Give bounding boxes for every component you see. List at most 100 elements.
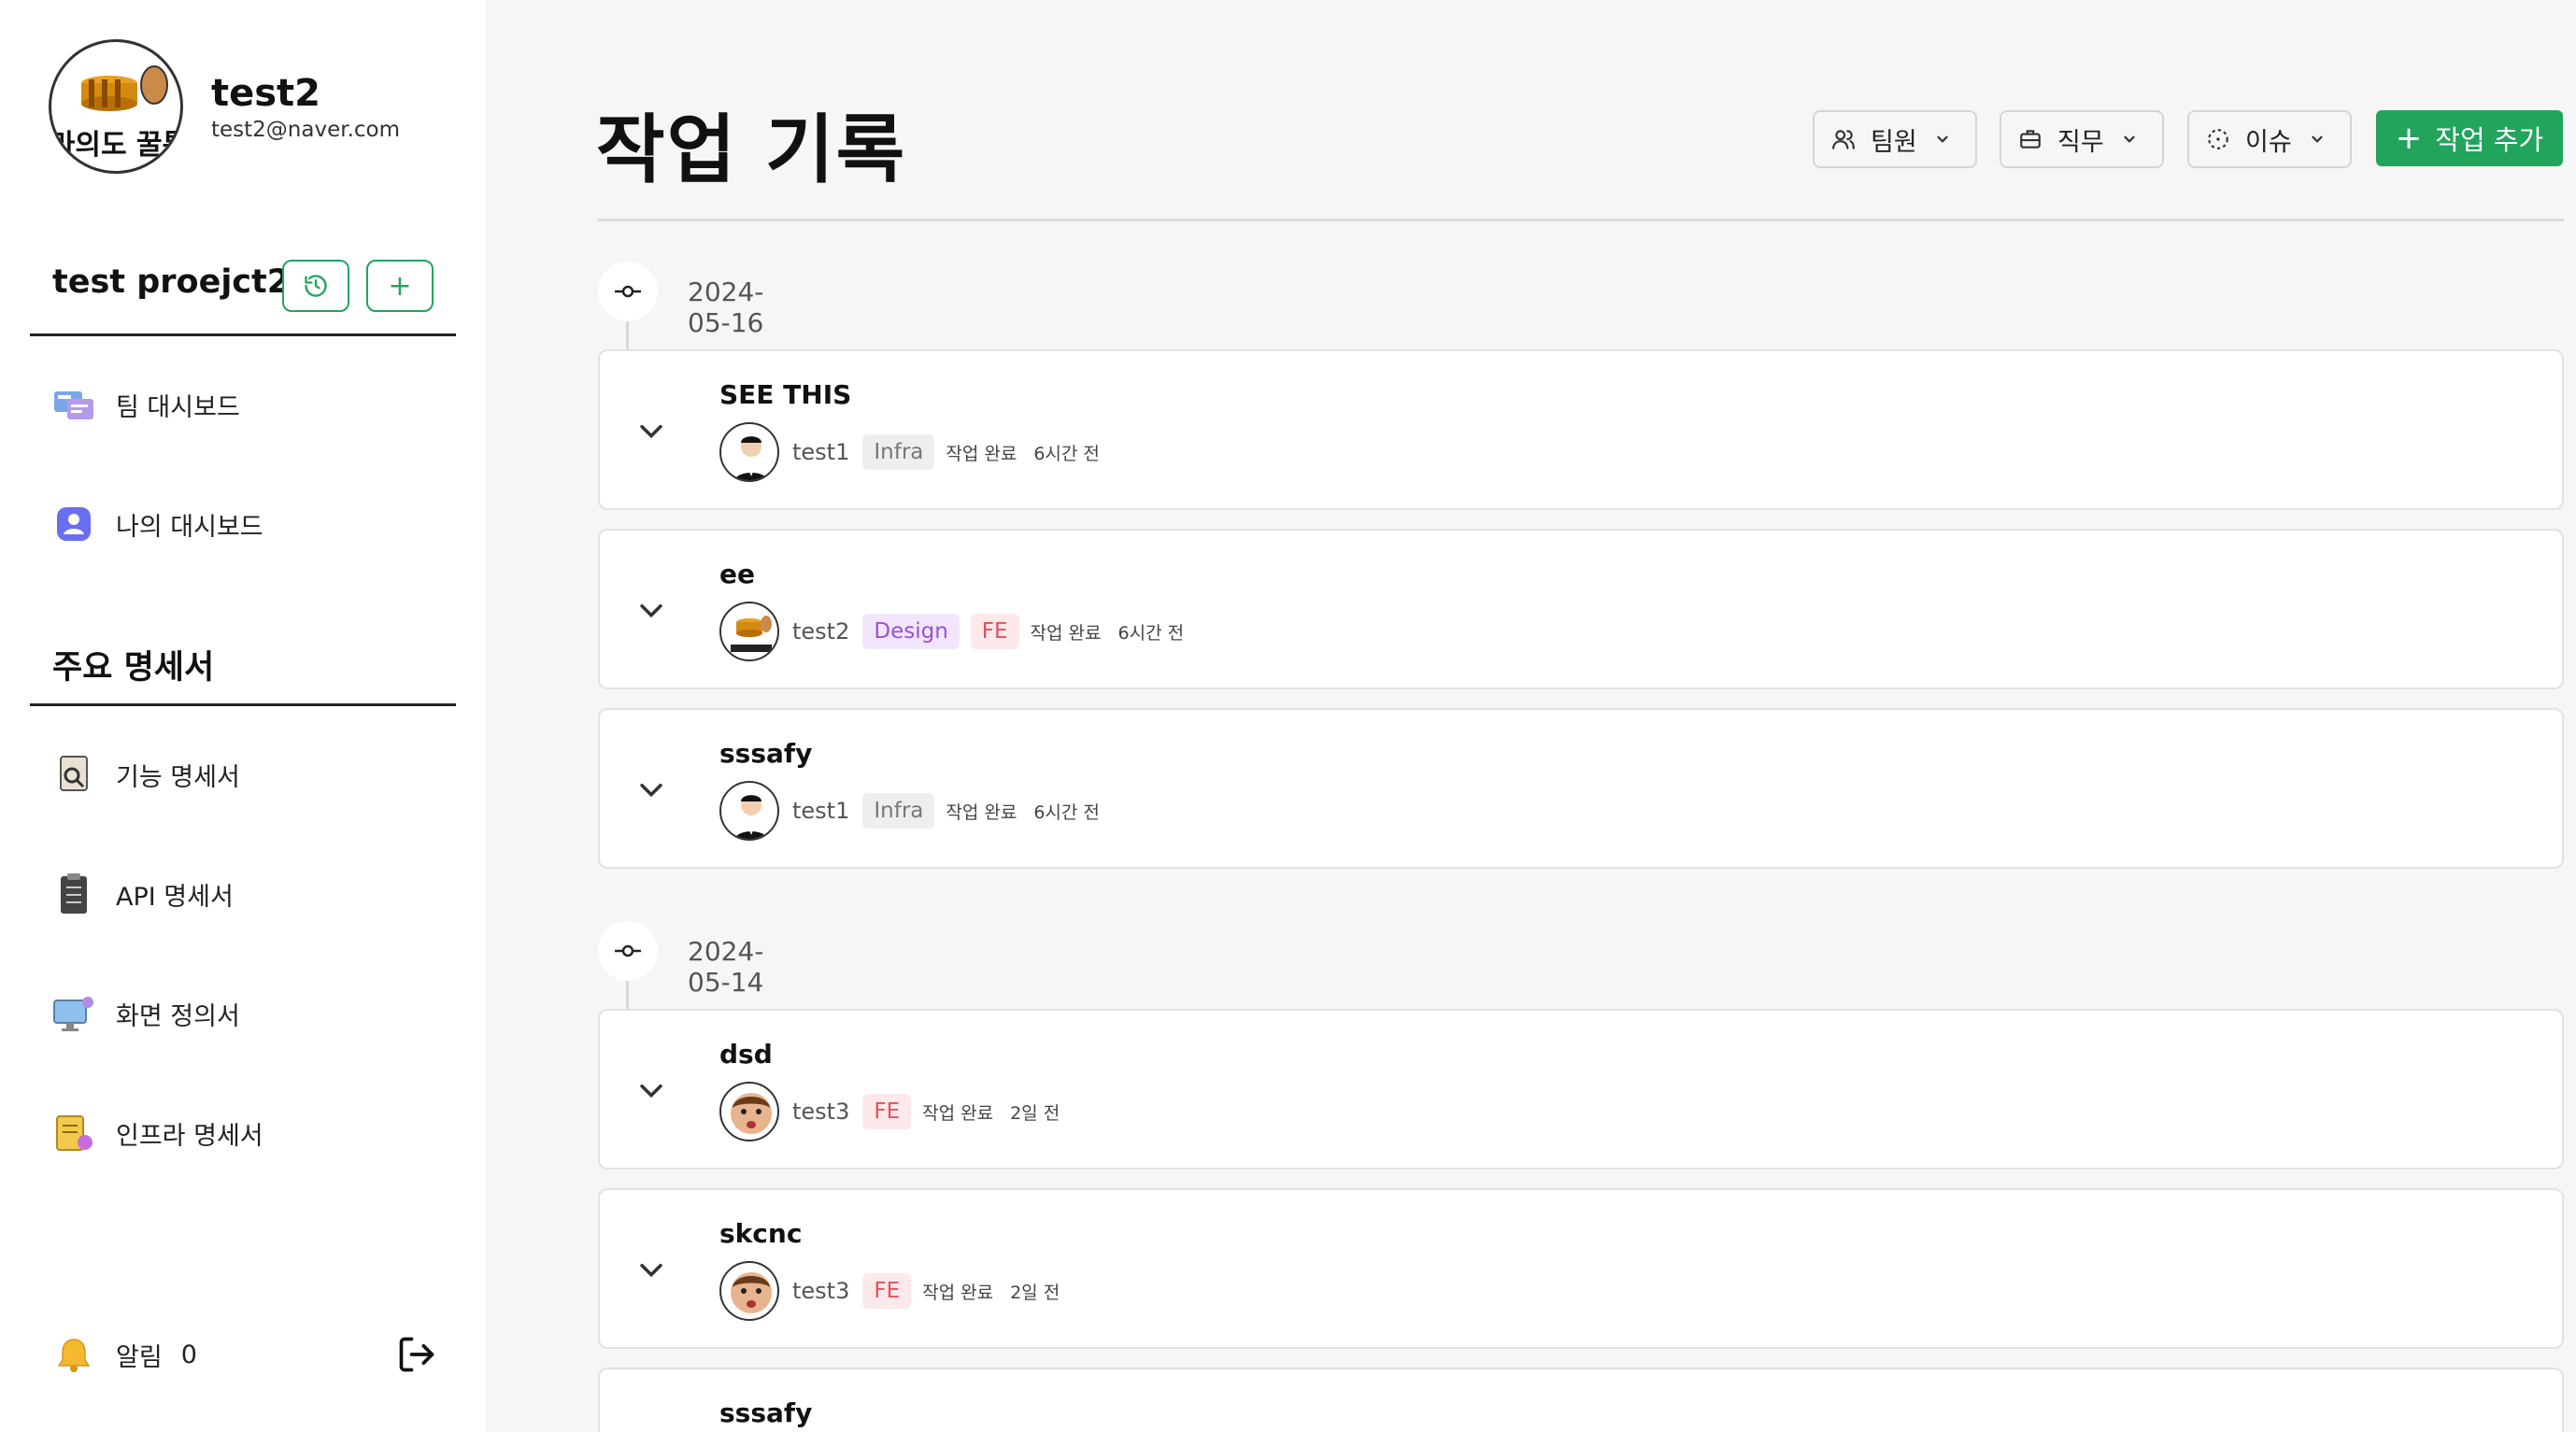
- task-meta: test2 Design FE 작업 완료 6시간 전: [719, 602, 1184, 661]
- dashed-circle-icon: [2208, 129, 2228, 149]
- chevron-down-icon[interactable]: [635, 1074, 667, 1106]
- task-meta: test3 FE 작업 완료 2일 전: [719, 1261, 1060, 1321]
- sidebar-item-team-dashboard[interactable]: 팀 대시보드: [52, 383, 240, 426]
- chevron-down-icon[interactable]: [635, 773, 667, 805]
- commit-icon: [598, 262, 658, 321]
- sidebar-item-api-spec[interactable]: API 명세서: [52, 872, 234, 915]
- role-tag: Infra: [862, 434, 935, 470]
- briefcase-icon: [2020, 130, 2041, 149]
- task-title: sssafy: [719, 738, 813, 769]
- task-time: 6시간 전: [1033, 801, 1100, 823]
- avatar: [719, 1261, 779, 1321]
- sidebar-item-infra-spec[interactable]: 인프라 명세서: [52, 1112, 263, 1155]
- avatar: [719, 781, 779, 841]
- chevron-down-icon: [1937, 135, 1948, 143]
- task-card[interactable]: dsd test3 FE 작업 완료 2일 전: [598, 1009, 2564, 1170]
- plus-icon: +: [2395, 120, 2423, 157]
- date-label: 2024-05-14: [688, 936, 764, 998]
- profile-name: test2: [211, 72, 321, 115]
- task-status: 작업 완료: [922, 1282, 994, 1303]
- sidebar-item-label: 화면 정의서: [116, 1001, 240, 1031]
- logout-icon[interactable]: [396, 1334, 437, 1375]
- issue-filter-dropdown[interactable]: 이슈: [2187, 110, 2352, 168]
- task-meta: test1 Infra 작업 완료 6시간 전: [719, 781, 1100, 841]
- task-card[interactable]: ee test2 Design FE 작업 완료 6시간 전: [598, 529, 2564, 689]
- sidebar-item-feature-spec[interactable]: 기능 명세서: [52, 753, 240, 796]
- page-title: 작업 기록: [596, 106, 907, 193]
- task-user: test1: [792, 439, 850, 465]
- add-project-button[interactable]: +: [366, 260, 434, 312]
- bell-icon[interactable]: [52, 1333, 95, 1376]
- task-status: 작업 완료: [946, 443, 1018, 464]
- chevron-down-icon[interactable]: [635, 594, 667, 626]
- sidebar-item-my-dashboard[interactable]: 나의 대시보드: [52, 503, 263, 546]
- role-tag: Infra: [862, 793, 935, 829]
- chevron-down-icon: [2124, 135, 2135, 143]
- document-folder-icon: [52, 1112, 95, 1155]
- user-profile: 라의도 꿀통 test2 test2@naver.com: [49, 39, 400, 174]
- document-magnifier-icon: [52, 753, 95, 796]
- task-card[interactable]: sssafy: [598, 1368, 2564, 1432]
- sidebar-item-label: API 명세서: [116, 882, 234, 912]
- sidebar-item-screen-def[interactable]: 화면 정의서: [52, 992, 240, 1035]
- project-name: test proejct2: [52, 263, 291, 301]
- notification-count: 0: [180, 1340, 197, 1369]
- clipboard-icon: [52, 872, 95, 915]
- task-card[interactable]: skcnc test3 FE 작업 완료 2일 전: [598, 1188, 2564, 1349]
- task-time: 2일 전: [1010, 1102, 1060, 1124]
- svg-text:라의도 꿀통: 라의도 꿀통: [51, 129, 183, 162]
- task-title: sssafy: [719, 1397, 813, 1428]
- add-task-button[interactable]: + 작업 추가: [2376, 110, 2563, 166]
- avatar[interactable]: 라의도 꿀통: [49, 39, 183, 174]
- role-tag: FE: [862, 1094, 912, 1129]
- chevron-down-icon[interactable]: [635, 1254, 667, 1285]
- task-card[interactable]: sssafy test1 Infra 작업 완료 6시간 전: [598, 708, 2564, 869]
- date-label: 2024-05-16: [688, 276, 764, 338]
- user-card-icon: [52, 503, 95, 546]
- task-user: test3: [792, 1278, 850, 1304]
- task-card[interactable]: SEE THIS test1 Infra 작업 완료 6시간 전: [598, 349, 2564, 510]
- dashboard-icon: [52, 383, 95, 426]
- task-status: 작업 완료: [922, 1102, 994, 1124]
- chevron-down-icon[interactable]: [635, 415, 667, 447]
- task-title: skcnc: [719, 1218, 803, 1249]
- commit-icon: [598, 921, 658, 981]
- task-status: 작업 완료: [1030, 622, 1102, 644]
- sidebar-item-label: 팀 대시보드: [116, 392, 240, 422]
- history-button[interactable]: [282, 260, 349, 312]
- task-user: test1: [792, 798, 850, 824]
- avatar: [719, 422, 779, 482]
- task-user: test3: [792, 1099, 850, 1125]
- spec-section-title: 주요 명세서: [30, 635, 456, 706]
- sidebar-item-label: 인프라 명세서: [116, 1121, 263, 1151]
- divider: [598, 219, 2564, 221]
- plus-icon: +: [388, 269, 412, 303]
- task-title: dsd: [719, 1039, 773, 1070]
- task-meta: test3 FE 작업 완료 2일 전: [719, 1082, 1060, 1141]
- task-status: 작업 완료: [946, 801, 1018, 823]
- role-filter-dropdown[interactable]: 직무: [2000, 110, 2164, 168]
- task-user: test2: [792, 618, 850, 645]
- task-meta: test1 Infra 작업 완료 6시간 전: [719, 422, 1100, 482]
- task-time: 2일 전: [1010, 1282, 1060, 1303]
- task-time: 6시간 전: [1117, 622, 1185, 644]
- profile-email: test2@naver.com: [211, 118, 401, 142]
- role-tag: FE: [970, 614, 1019, 649]
- notification-label: 알림: [116, 1342, 163, 1372]
- avatar: [719, 602, 779, 661]
- history-icon: [305, 275, 327, 297]
- notification-bar: 알림 0: [52, 1330, 437, 1379]
- project-header: test proejct2 +: [30, 258, 456, 336]
- task-title: ee: [719, 559, 755, 589]
- sidebar: 라의도 꿀통 test2 test2@naver.com test proejc…: [0, 0, 486, 1432]
- sidebar-item-label: 나의 대시보드: [116, 512, 263, 542]
- monitor-icon: [52, 992, 95, 1035]
- avatar: [719, 1082, 779, 1141]
- users-icon: [1832, 130, 1855, 149]
- role-tag: FE: [862, 1273, 912, 1309]
- chevron-down-icon: [2312, 135, 2323, 143]
- task-title: SEE THIS: [719, 379, 852, 410]
- sidebar-item-label: 기능 명세서: [116, 762, 240, 792]
- task-time: 6시간 전: [1033, 443, 1100, 464]
- member-filter-dropdown[interactable]: 팀원: [1813, 110, 1977, 168]
